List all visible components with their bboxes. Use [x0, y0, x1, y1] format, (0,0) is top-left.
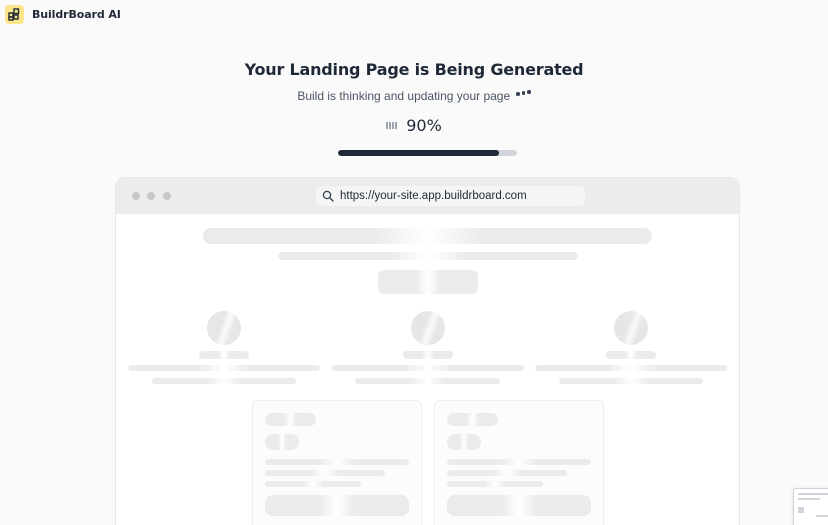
- skeleton-feature-icon: [207, 311, 241, 345]
- skeleton-feature-line: [152, 378, 296, 384]
- search-icon: [322, 190, 334, 202]
- browser-preview: https://your-site.app.buildrboard.com: [115, 177, 740, 525]
- skeleton-card-price: [447, 434, 481, 450]
- skeleton-feature-title: [606, 351, 656, 359]
- brand-name: BuildrBoard AI: [32, 8, 121, 21]
- skeleton-feature-line: [128, 365, 320, 371]
- skeleton-feature-icon: [411, 311, 445, 345]
- window-dot-icon: [132, 192, 140, 200]
- progress-bar-fill: [338, 150, 500, 156]
- progress-bar: [338, 150, 517, 156]
- skeleton-card-price: [265, 434, 299, 450]
- preview-thumbnail[interactable]: [793, 488, 828, 525]
- page-title: Your Landing Page is Being Generated: [244, 60, 584, 79]
- url-text: https://your-site.app.buildrboard.com: [340, 190, 527, 202]
- progress-indicator: 90%: [0, 116, 828, 135]
- skeleton-feature-title: [403, 351, 453, 359]
- skeleton-card-button: [447, 495, 591, 516]
- skeleton-card-title: [265, 413, 316, 426]
- status-message: Build is thinking and updating your page: [0, 89, 828, 103]
- progress-percent: 90%: [406, 116, 442, 135]
- progress-bars-icon: [386, 122, 398, 129]
- skeleton-card: [434, 400, 604, 525]
- skeleton-card-line: [265, 459, 409, 465]
- skeleton-feature-icon: [614, 311, 648, 345]
- window-dot-icon: [147, 192, 155, 200]
- skeleton-card-button: [265, 495, 409, 516]
- skeleton-card-line: [265, 481, 361, 487]
- skeleton-feature-title: [199, 351, 249, 359]
- brand[interactable]: BuildrBoard AI: [5, 5, 121, 24]
- skeleton-card-line: [447, 481, 543, 487]
- grid-icon: [5, 5, 24, 24]
- status-text: Build is thinking and updating your page: [297, 89, 511, 103]
- typing-dots-icon: [516, 90, 531, 96]
- skeleton-feature-line: [559, 378, 703, 384]
- skeleton-feature-line: [355, 378, 500, 384]
- browser-toolbar: https://your-site.app.buildrboard.com: [116, 178, 739, 214]
- skeleton-cta-button: [378, 270, 478, 294]
- skeleton-card-title: [447, 413, 498, 426]
- skeleton-card-line: [265, 470, 385, 476]
- skeleton-card-line: [447, 459, 591, 465]
- skeleton-hero-title: [203, 228, 652, 244]
- address-bar[interactable]: https://your-site.app.buildrboard.com: [316, 186, 585, 206]
- skeleton-card: [252, 400, 422, 525]
- window-dot-icon: [163, 192, 171, 200]
- skeleton-feature-line: [332, 365, 524, 371]
- skeleton-feature-line: [535, 365, 727, 371]
- skeleton-card-line: [447, 470, 567, 476]
- skeleton-hero-subtitle: [278, 252, 578, 260]
